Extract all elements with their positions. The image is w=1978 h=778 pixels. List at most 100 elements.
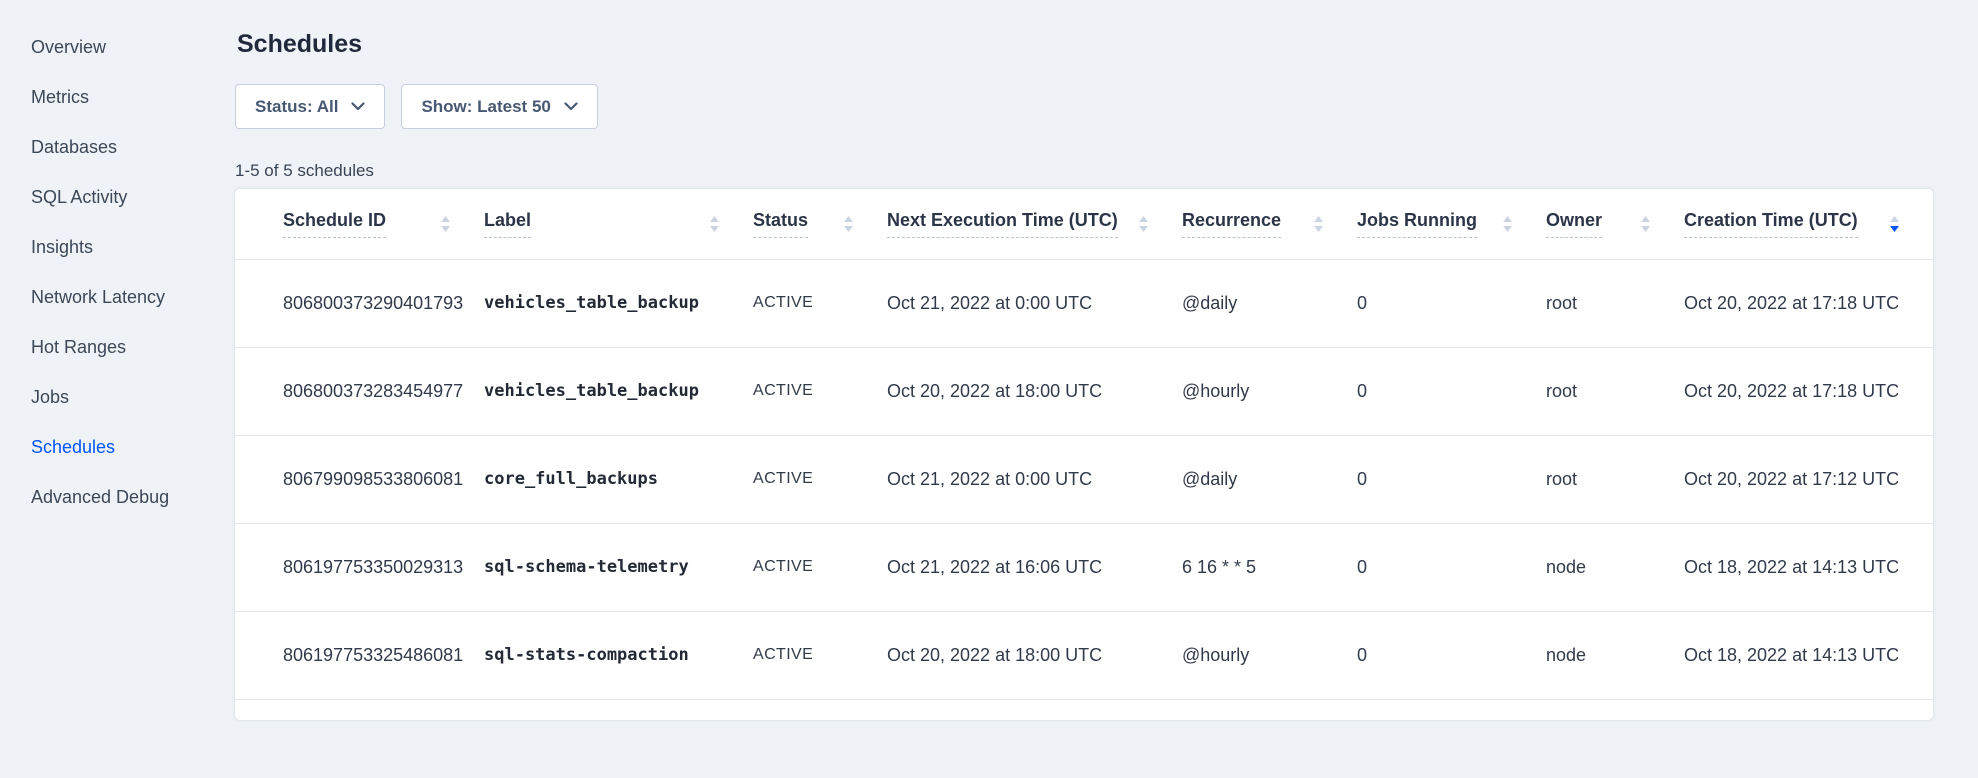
- cell-status: ACTIVE: [753, 347, 887, 435]
- sort-icon[interactable]: [1314, 216, 1323, 232]
- sidebar-item-insights[interactable]: Insights: [0, 222, 235, 272]
- cell-owner: node: [1546, 523, 1684, 611]
- cell-jobs-running: 0: [1357, 259, 1546, 347]
- column-header-label[interactable]: Label: [484, 189, 753, 259]
- sidebar-item-sql-activity[interactable]: SQL Activity: [0, 172, 235, 222]
- cell-recurrence: 6 16 * * 5: [1182, 523, 1357, 611]
- column-header-label: Creation Time (UTC): [1684, 210, 1858, 238]
- column-header-jobs-running[interactable]: Jobs Running: [1357, 189, 1546, 259]
- cell-jobs-running: 0: [1357, 347, 1546, 435]
- cell-next-execution-time: Oct 20, 2022 at 18:00 UTC: [887, 347, 1182, 435]
- cell-owner: node: [1546, 611, 1684, 699]
- cell-label: vehicles_table_backup: [484, 347, 753, 435]
- sort-icon[interactable]: [441, 216, 450, 232]
- table-body: 806800373290401793 vehicles_table_backup…: [235, 259, 1933, 699]
- sidebar-item-overview[interactable]: Overview: [0, 22, 235, 72]
- sidebar-item-schedules[interactable]: Schedules: [0, 422, 235, 472]
- sidebar-item-databases[interactable]: Databases: [0, 122, 235, 172]
- sort-icon[interactable]: [1139, 216, 1148, 232]
- cell-recurrence: @hourly: [1182, 347, 1357, 435]
- cell-creation-time: Oct 20, 2022 at 17:12 UTC: [1684, 435, 1933, 523]
- status-filter-dropdown[interactable]: Status: All: [235, 84, 385, 129]
- sort-icon[interactable]: [1503, 216, 1512, 232]
- page-title: Schedules: [237, 30, 1978, 58]
- column-header-label: Schedule ID: [283, 210, 386, 238]
- cell-creation-time: Oct 18, 2022 at 14:13 UTC: [1684, 523, 1933, 611]
- schedules-table-card: Schedule ID Label Status Next Execu: [235, 189, 1933, 720]
- cell-next-execution-time: Oct 21, 2022 at 16:06 UTC: [887, 523, 1182, 611]
- table-row: 806197753325486081 sql-stats-compaction …: [235, 611, 1933, 699]
- cell-jobs-running: 0: [1357, 611, 1546, 699]
- chevron-down-icon: [351, 102, 365, 111]
- sidebar-item-label: Network Latency: [31, 287, 165, 308]
- sort-icon[interactable]: [1890, 216, 1899, 232]
- cell-jobs-running: 0: [1357, 435, 1546, 523]
- cell-jobs-running: 0: [1357, 523, 1546, 611]
- cell-label: sql-stats-compaction: [484, 611, 753, 699]
- sidebar-item-label: SQL Activity: [31, 187, 127, 208]
- table-row: 806197753350029313 sql-schema-telemetry …: [235, 523, 1933, 611]
- page: Overview Metrics Databases SQL Activity …: [0, 0, 1978, 778]
- column-header-owner[interactable]: Owner: [1546, 189, 1684, 259]
- cell-status: ACTIVE: [753, 435, 887, 523]
- sidebar-item-label: Hot Ranges: [31, 337, 126, 358]
- cell-schedule-id: 806799098533806081: [235, 435, 484, 523]
- cell-schedule-id: 806197753350029313: [235, 523, 484, 611]
- cell-owner: root: [1546, 435, 1684, 523]
- sidebar-item-label: Jobs: [31, 387, 69, 408]
- column-header-label: Jobs Running: [1357, 210, 1477, 238]
- cell-owner: root: [1546, 259, 1684, 347]
- column-header-label: Next Execution Time (UTC): [887, 210, 1118, 238]
- cell-recurrence: @daily: [1182, 259, 1357, 347]
- sort-icon[interactable]: [844, 216, 853, 232]
- filter-bar: Status: All Show: Latest 50: [235, 84, 1978, 129]
- sidebar-item-label: Schedules: [31, 437, 115, 458]
- show-filter-label: Show: Latest 50: [421, 97, 550, 117]
- sidebar: Overview Metrics Databases SQL Activity …: [0, 0, 235, 778]
- sort-icon[interactable]: [710, 216, 719, 232]
- sidebar-item-label: Advanced Debug: [31, 487, 169, 508]
- column-header-label: Owner: [1546, 210, 1602, 238]
- cell-owner: root: [1546, 347, 1684, 435]
- column-header-next-execution-time-utc[interactable]: Next Execution Time (UTC): [887, 189, 1182, 259]
- sidebar-item-hot-ranges[interactable]: Hot Ranges: [0, 322, 235, 372]
- table-row: 806800373283454977 vehicles_table_backup…: [235, 347, 1933, 435]
- cell-status: ACTIVE: [753, 259, 887, 347]
- cell-status: ACTIVE: [753, 611, 887, 699]
- cell-creation-time: Oct 20, 2022 at 17:18 UTC: [1684, 347, 1933, 435]
- cell-next-execution-time: Oct 21, 2022 at 0:00 UTC: [887, 259, 1182, 347]
- main-content: Schedules Status: All Show: Latest 50 1-…: [235, 0, 1978, 778]
- sidebar-item-label: Databases: [31, 137, 117, 158]
- cell-schedule-id: 806800373290401793: [235, 259, 484, 347]
- column-header-label: Recurrence: [1182, 210, 1281, 238]
- column-header-creation-time-utc[interactable]: Creation Time (UTC): [1684, 189, 1933, 259]
- chevron-down-icon: [564, 102, 578, 111]
- sidebar-nav-list: Overview Metrics Databases SQL Activity …: [0, 22, 235, 522]
- cell-status: ACTIVE: [753, 523, 887, 611]
- cell-label: core_full_backups: [484, 435, 753, 523]
- table-row: 806800373290401793 vehicles_table_backup…: [235, 259, 1933, 347]
- column-header-label: Label: [484, 210, 531, 238]
- status-filter-label: Status: All: [255, 97, 338, 117]
- column-header-status[interactable]: Status: [753, 189, 887, 259]
- column-header-label: Status: [753, 210, 808, 238]
- cell-next-execution-time: Oct 20, 2022 at 18:00 UTC: [887, 611, 1182, 699]
- cell-next-execution-time: Oct 21, 2022 at 0:00 UTC: [887, 435, 1182, 523]
- schedules-table: Schedule ID Label Status Next Execu: [235, 189, 1933, 700]
- sidebar-item-jobs[interactable]: Jobs: [0, 372, 235, 422]
- cell-label: sql-schema-telemetry: [484, 523, 753, 611]
- cell-label: vehicles_table_backup: [484, 259, 753, 347]
- sidebar-item-advanced-debug[interactable]: Advanced Debug: [0, 472, 235, 522]
- cell-recurrence: @daily: [1182, 435, 1357, 523]
- sort-icon[interactable]: [1641, 216, 1650, 232]
- cell-schedule-id: 806800373283454977: [235, 347, 484, 435]
- column-header-recurrence[interactable]: Recurrence: [1182, 189, 1357, 259]
- sidebar-item-label: Insights: [31, 237, 93, 258]
- cell-recurrence: @hourly: [1182, 611, 1357, 699]
- column-header-schedule-id[interactable]: Schedule ID: [235, 189, 484, 259]
- sidebar-item-metrics[interactable]: Metrics: [0, 72, 235, 122]
- table-row: 806799098533806081 core_full_backups ACT…: [235, 435, 1933, 523]
- show-filter-dropdown[interactable]: Show: Latest 50: [401, 84, 597, 129]
- sidebar-item-network-latency[interactable]: Network Latency: [0, 272, 235, 322]
- cell-schedule-id: 806197753325486081: [235, 611, 484, 699]
